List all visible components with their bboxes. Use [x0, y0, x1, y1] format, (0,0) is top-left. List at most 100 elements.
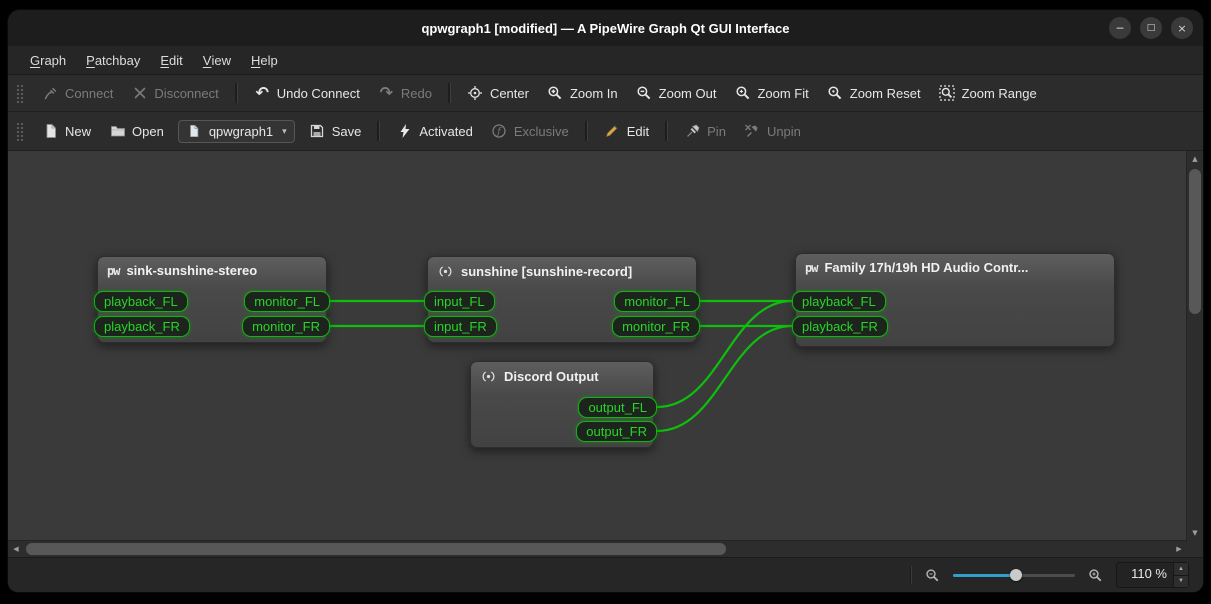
scroll-up-icon[interactable]: ▲ — [1187, 151, 1203, 167]
scroll-left-icon[interactable]: ◀ — [8, 541, 24, 557]
horizontal-scrollbar-thumb[interactable] — [26, 543, 726, 555]
pin-button[interactable]: Pin — [676, 119, 734, 144]
patchbay-selector[interactable]: qpwgraph1 ▾ — [178, 120, 295, 143]
port-output-fr[interactable]: output_FR — [576, 421, 657, 442]
exclusive-label: Exclusive — [514, 124, 569, 139]
activated-bolt-icon — [396, 123, 413, 140]
port-playback-fl[interactable]: playback_FL — [792, 291, 886, 312]
exclusive-icon: f — [491, 123, 508, 140]
zoom-range-button[interactable]: Zoom Range — [931, 81, 1045, 106]
undo-connect-label: Undo Connect — [277, 86, 360, 101]
connect-button[interactable]: Connect — [34, 81, 121, 106]
patchbay-selector-value: qpwgraph1 — [209, 124, 273, 139]
close-button[interactable]: × — [1171, 17, 1193, 39]
zoom-range-label: Zoom Range — [962, 86, 1037, 101]
port-monitor-fr[interactable]: monitor_FR — [242, 316, 330, 337]
new-label: New — [65, 124, 91, 139]
disconnect-label: Disconnect — [154, 86, 218, 101]
port-playback-fr[interactable]: playback_FR — [792, 316, 888, 337]
zoom-in-button[interactable]: Zoom In — [539, 81, 626, 106]
zoom-spin-down-button[interactable]: ▼ — [1174, 576, 1188, 588]
exclusive-button[interactable]: f Exclusive — [483, 119, 577, 144]
port-monitor-fl[interactable]: monitor_FL — [614, 291, 700, 312]
node-family-hd-audio[interactable]: pw Family 17h/19h HD Audio Contr... play… — [795, 253, 1115, 347]
save-label: Save — [332, 124, 362, 139]
open-button[interactable]: Open — [101, 119, 172, 144]
connect-label: Connect — [65, 86, 113, 101]
zoom-fit-label: Zoom Fit — [757, 86, 808, 101]
close-icon: × — [1177, 22, 1186, 35]
node-sunshine[interactable]: sunshine [sunshine-record] input_FL inpu… — [427, 256, 697, 343]
vertical-scrollbar-thumb[interactable] — [1189, 169, 1201, 314]
zoom-fit-icon — [734, 85, 751, 102]
port-input-fl[interactable]: input_FL — [424, 291, 495, 312]
port-input-fr[interactable]: input_FR — [424, 316, 497, 337]
toolbar-separator — [585, 121, 588, 141]
stream-icon — [480, 368, 497, 385]
zoom-reset-button[interactable]: Zoom Reset — [819, 81, 929, 106]
redo-label: Redo — [401, 86, 432, 101]
toolbar-file: New Open qpwgraph1 ▾ Save Ac — [8, 112, 1203, 151]
menu-view[interactable]: View — [193, 46, 241, 74]
port-playback-fl[interactable]: playback_FL — [94, 291, 188, 312]
zoom-fit-button[interactable]: Zoom Fit — [726, 81, 816, 106]
menu-help[interactable]: Help — [241, 46, 288, 74]
zoom-reset-icon — [827, 85, 844, 102]
minimize-button[interactable]: ─ — [1109, 17, 1131, 39]
activated-label: Activated — [419, 124, 472, 139]
zoom-spin-up-button[interactable]: ▲ — [1174, 563, 1188, 576]
zoom-spinbox[interactable]: 110 % ▲ ▼ — [1116, 562, 1189, 588]
node-sink-sunshine-stereo[interactable]: pw sink-sunshine-stereo playback_FL play… — [97, 256, 327, 343]
connect-icon — [42, 85, 59, 102]
center-button[interactable]: Center — [459, 81, 537, 106]
toolbar-graph: Connect Disconnect ↶ Undo Connect ↷ Redo… — [8, 75, 1203, 112]
pin-icon — [684, 123, 701, 140]
save-button[interactable]: Save — [301, 119, 370, 144]
undo-connect-button[interactable]: ↶ Undo Connect — [246, 81, 368, 106]
node-discord-output[interactable]: Discord Output output_FL output_FR — [470, 361, 654, 448]
node-title-row: pw sink-sunshine-stereo — [98, 257, 326, 278]
vertical-scrollbar[interactable]: ▲ ▼ — [1186, 151, 1203, 541]
new-file-icon — [42, 123, 59, 140]
zoom-range-icon — [939, 85, 956, 102]
statusbar: 110 % ▲ ▼ — [8, 557, 1203, 592]
toolbar-separator — [448, 83, 451, 103]
edit-button[interactable]: Edit — [596, 119, 657, 144]
disconnect-button[interactable]: Disconnect — [123, 81, 226, 106]
node-title: Family 17h/19h HD Audio Contr... — [824, 260, 1028, 275]
center-icon — [467, 85, 484, 102]
toolbar-grip[interactable] — [16, 83, 24, 103]
window-controls: ─ □ × — [1109, 17, 1193, 39]
open-folder-icon — [109, 123, 126, 140]
unpin-button[interactable]: Unpin — [736, 119, 809, 144]
port-output-fl[interactable]: output_FL — [578, 397, 657, 418]
node-title-row: Discord Output — [471, 362, 653, 385]
maximize-button[interactable]: □ — [1140, 17, 1162, 39]
zoom-out-label: Zoom Out — [659, 86, 717, 101]
port-playback-fr[interactable]: playback_FR — [94, 316, 190, 337]
zoom-slider[interactable] — [953, 567, 1075, 583]
zoom-out-button[interactable]: Zoom Out — [628, 81, 725, 106]
node-title-row: sunshine [sunshine-record] — [428, 257, 696, 280]
menu-patchbay[interactable]: Patchbay — [76, 46, 150, 74]
redo-button[interactable]: ↷ Redo — [370, 81, 440, 106]
undo-icon: ↶ — [254, 85, 271, 102]
canvas-area: pw sink-sunshine-stereo playback_FL play… — [8, 151, 1203, 557]
node-title-row: pw Family 17h/19h HD Audio Contr... — [796, 254, 1114, 275]
menu-graph[interactable]: Graph — [20, 46, 76, 74]
scroll-down-icon[interactable]: ▼ — [1187, 525, 1203, 541]
port-monitor-fr[interactable]: monitor_FR — [612, 316, 700, 337]
new-button[interactable]: New — [34, 119, 99, 144]
unpin-label: Unpin — [767, 124, 801, 139]
scroll-right-icon[interactable]: ▶ — [1171, 541, 1187, 557]
toolbar-grip[interactable] — [16, 121, 24, 141]
horizontal-scrollbar[interactable]: ◀ ▶ — [8, 540, 1187, 557]
graph-canvas[interactable]: pw sink-sunshine-stereo playback_FL play… — [8, 151, 1187, 541]
edit-pencil-icon — [604, 123, 621, 140]
menu-edit[interactable]: Edit — [150, 46, 192, 74]
titlebar[interactable]: qpwgraph1 [modified] — A PipeWire Graph … — [8, 10, 1203, 46]
activated-button[interactable]: Activated — [388, 119, 480, 144]
zoom-slider-handle[interactable] — [1010, 569, 1022, 581]
zoom-out-icon — [636, 85, 653, 102]
port-monitor-fl[interactable]: monitor_FL — [244, 291, 330, 312]
